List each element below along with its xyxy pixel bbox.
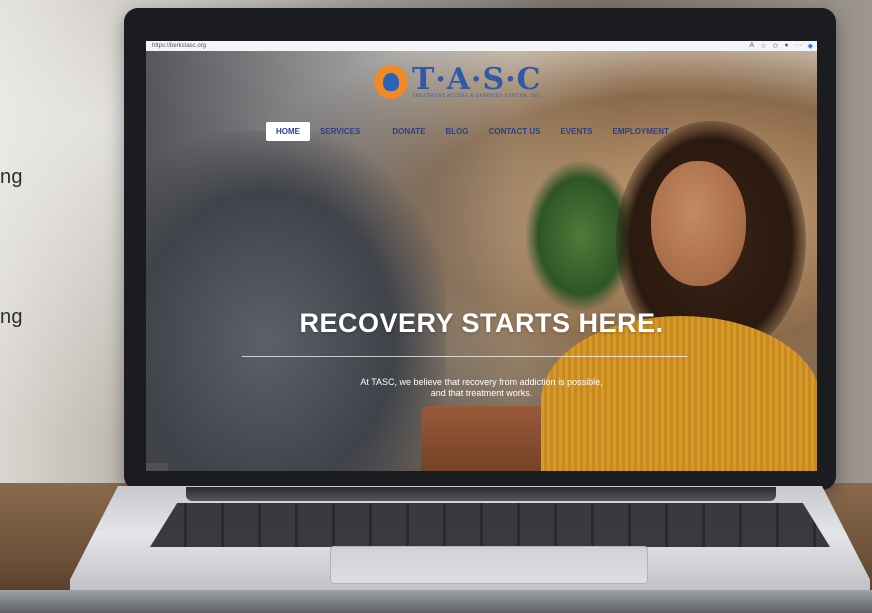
logo-icon (374, 65, 408, 100)
laptop-keyboard (150, 503, 830, 547)
nav-events[interactable]: EVENTS (550, 122, 602, 141)
laptop-trackpad (330, 546, 648, 584)
nav-contact-us[interactable]: CONTACT US (479, 122, 551, 141)
favorite-icon[interactable]: ☆ (760, 42, 766, 50)
nav-donate[interactable]: DONATE (382, 122, 435, 141)
site-logo[interactable]: T·A·S·C TREATMENT ACCESS & SERVICES CENT… (374, 65, 542, 100)
hero-photo-person-back (146, 131, 446, 471)
browser-address-bar[interactable]: https://berkstasc.org A ☆ ✩ ● ··· ◆ (146, 41, 817, 51)
logo-subtitle: TREATMENT ACCESS & SERVICES CENTER, INC. (412, 94, 542, 99)
laptop-front-edge (0, 590, 872, 613)
main-nav: HOME SERVICES DONATE BLOG CONTACT US EVE… (266, 122, 679, 141)
nav-home[interactable]: HOME (266, 122, 310, 141)
url-text[interactable]: https://berkstasc.org (146, 43, 206, 49)
background-text-1: ng (0, 166, 23, 188)
nav-services[interactable]: SERVICES (310, 122, 370, 141)
hero-tagline: At TASC, we believe that recovery from a… (146, 377, 817, 399)
laptop-hinge (186, 487, 776, 501)
hero-photo-woman-face (651, 161, 746, 286)
hero-photo-couch (421, 406, 561, 471)
logo-text: T·A·S·C (412, 62, 542, 97)
collections-icon[interactable]: ✩ (773, 42, 779, 50)
read-aloud-icon[interactable]: A (750, 42, 755, 50)
profile-icon[interactable]: ● (784, 42, 788, 50)
more-icon[interactable]: ··· (795, 42, 802, 50)
hero-tagline-line2: and that treatment works. (430, 388, 533, 398)
hero-tagline-line1: At TASC, we believe that recovery from a… (360, 377, 603, 387)
background-text-2: ng (0, 306, 23, 328)
nav-employment[interactable]: EMPLOYMENT (602, 122, 678, 141)
hero-divider (242, 356, 687, 357)
corner-widget[interactable] (146, 463, 168, 471)
laptop-screen: https://berkstasc.org A ☆ ✩ ● ··· ◆ T·A·… (146, 41, 817, 471)
copilot-icon[interactable]: ◆ (808, 42, 813, 50)
hero-section: T·A·S·C TREATMENT ACCESS & SERVICES CENT… (146, 51, 817, 471)
hero-headline: RECOVERY STARTS HERE. (299, 308, 664, 338)
browser-toolbar: A ☆ ✩ ● ··· ◆ (750, 42, 817, 50)
nav-blog[interactable]: BLOG (436, 122, 479, 141)
